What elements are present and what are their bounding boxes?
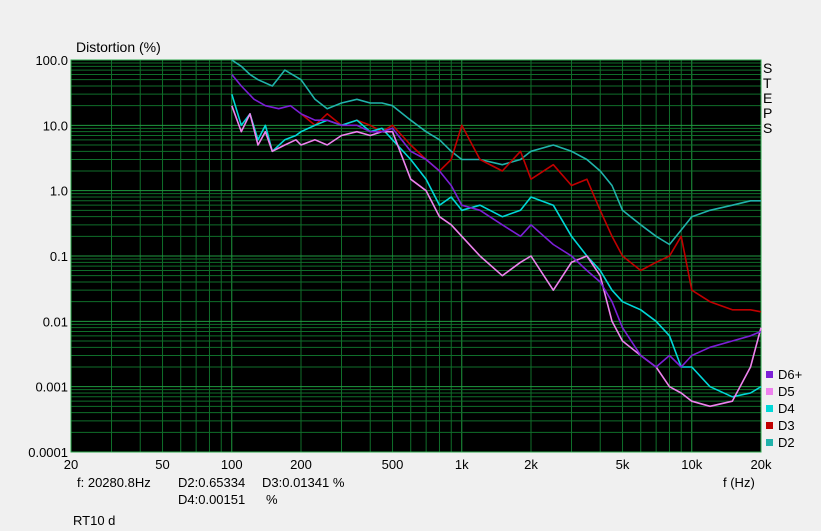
x-tick-label: 100 <box>221 457 243 472</box>
readout-d2: D2:0.65334 <box>178 475 246 490</box>
footer-label: RT10 d <box>73 513 116 528</box>
readout-d4: D4:0.00151 <box>178 492 246 507</box>
distortion-chart: 20 50 100 200 500 1k 2k 5k 10k 20k100.010.01.00.1… <box>28 53 772 472</box>
y-tick-label: 0.0001 <box>28 445 68 460</box>
legend-label: D4 <box>778 401 795 416</box>
x-tick-label: 500 <box>382 457 404 472</box>
x-tick-label: 50 <box>155 457 169 472</box>
x-tick-label: 1k <box>455 457 469 472</box>
y-tick-label: 0.001 <box>35 380 68 395</box>
x-tick-label: 2k <box>524 457 538 472</box>
y-tick-label: 1.0 <box>50 184 68 199</box>
legend-label: D5 <box>778 384 795 399</box>
legend-item-d6: D6+ <box>766 366 802 383</box>
x-tick-label: 20k <box>751 457 772 472</box>
steps-letter: T <box>763 75 772 91</box>
y-tick-label: 0.1 <box>50 249 68 264</box>
steps-letter: S <box>763 120 773 136</box>
steps-letter: P <box>763 105 773 121</box>
steps-label: S T E P S <box>763 61 772 136</box>
legend-item-d4: D4 <box>766 400 802 417</box>
steps-letter: S <box>763 60 773 76</box>
readout-d3: D3:0.01341 % <box>262 475 345 490</box>
x-tick-label: 5k <box>616 457 630 472</box>
readout-d4-unit: % <box>266 492 278 507</box>
legend-swatch <box>766 422 773 429</box>
legend-swatch <box>766 405 773 412</box>
legend-swatch <box>766 388 773 395</box>
legend-label: D3 <box>778 418 795 433</box>
y-tick-label: 10.0 <box>43 118 68 133</box>
legend-swatch <box>766 439 773 446</box>
legend: D6+ D5 D4 D3 D2 <box>766 366 802 451</box>
legend-item-d2: D2 <box>766 434 802 451</box>
steps-letter: E <box>763 90 773 106</box>
legend-item-d3: D3 <box>766 417 802 434</box>
y-tick-label: 100.0 <box>35 53 68 68</box>
legend-label: D6+ <box>778 367 803 382</box>
x-axis-label: f (Hz) <box>723 475 755 490</box>
y-axis-label: Distortion (%) <box>76 39 161 55</box>
y-tick-label: 0.01 <box>43 314 68 329</box>
legend-item-d5: D5 <box>766 383 802 400</box>
readout-frequency: f: 20280.8Hz <box>77 475 151 490</box>
x-tick-label: 10k <box>681 457 702 472</box>
legend-label: D2 <box>778 435 795 450</box>
legend-swatch <box>766 371 773 378</box>
x-tick-label: 200 <box>290 457 312 472</box>
